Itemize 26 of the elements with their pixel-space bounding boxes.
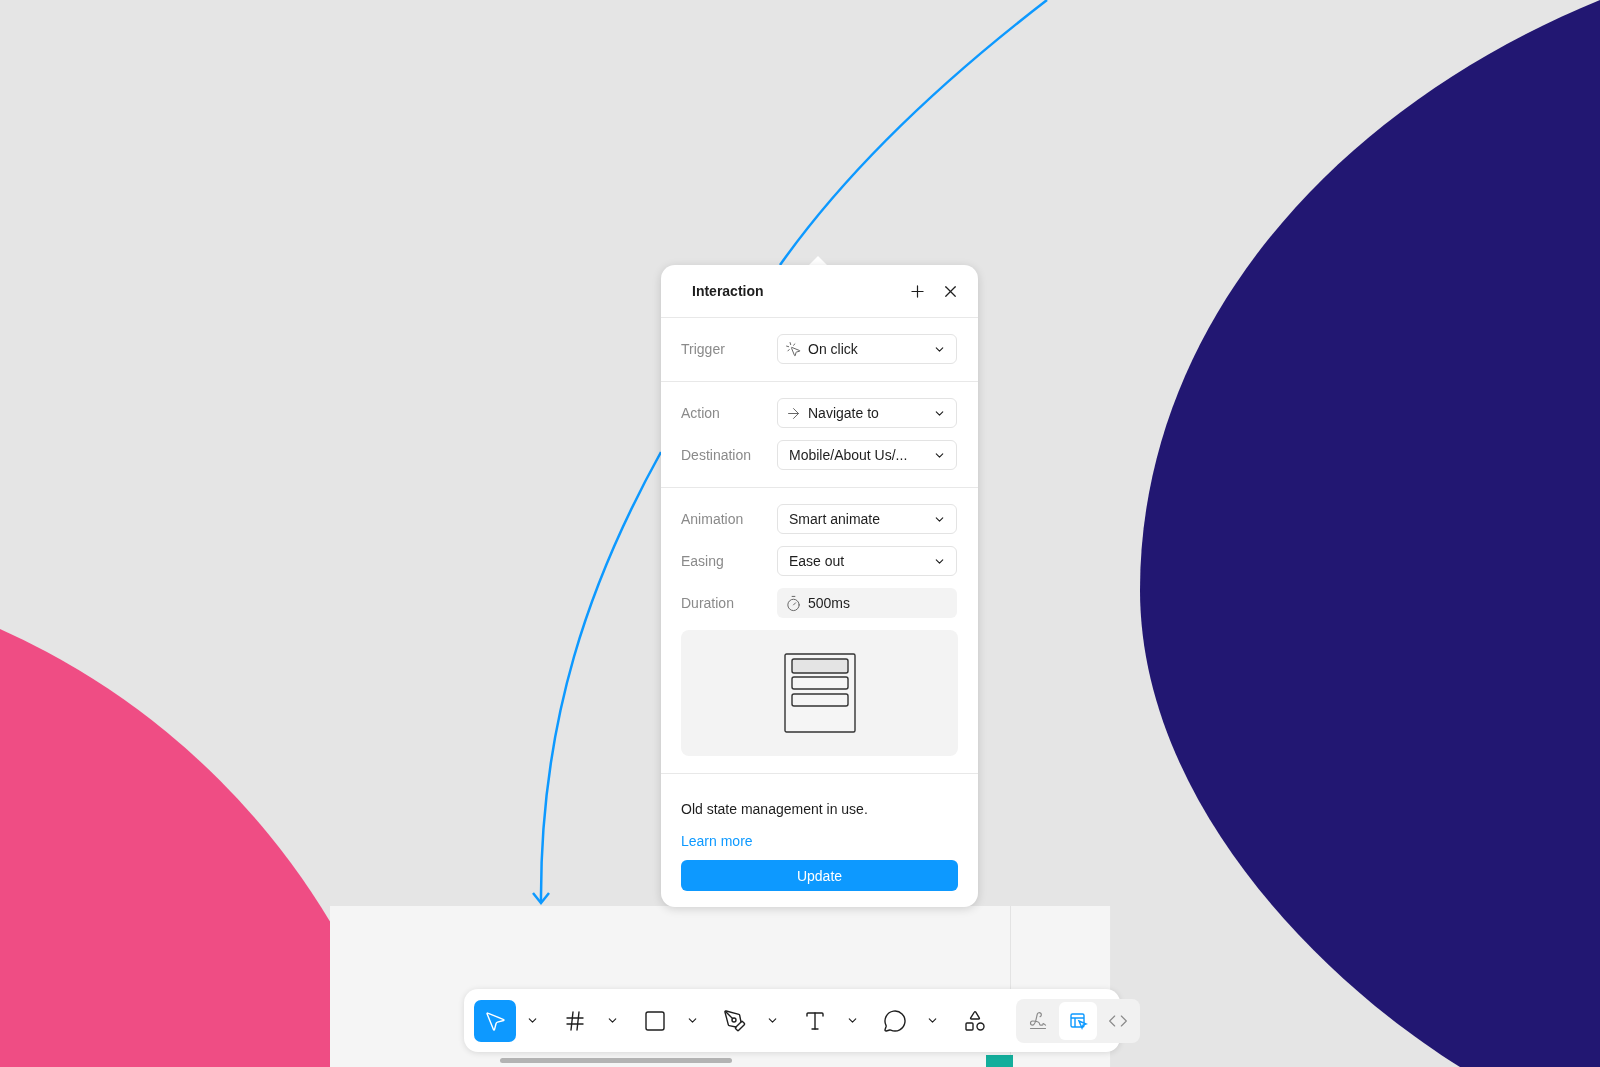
scrollbar[interactable] — [500, 1058, 732, 1063]
field-label: Duration — [681, 595, 735, 611]
mode-button[interactable] — [1059, 1001, 1097, 1040]
pen-icon — [723, 1008, 747, 1033]
scribble-icon — [1028, 1010, 1048, 1031]
field-label: Action — [681, 405, 721, 421]
field-label: Destination — [681, 447, 753, 463]
frame-icon — [563, 1008, 587, 1033]
notice-text: Old state management in use. — [681, 801, 869, 817]
shapes-icon — [963, 1008, 987, 1033]
dropdown[interactable]: On click — [777, 334, 957, 364]
dropdown[interactable]: Navigate to — [777, 398, 957, 428]
comment-icon — [883, 1008, 907, 1033]
field-label: Easing — [681, 553, 725, 569]
cursor-click-icon — [785, 340, 802, 358]
dropdown[interactable]: Mobile/About Us/... — [777, 440, 957, 470]
timer-icon — [785, 594, 802, 612]
dropdown[interactable]: Smart animate — [777, 504, 957, 534]
layout-cursor-icon — [1068, 1010, 1088, 1031]
duration-field[interactable]: 500ms — [777, 588, 957, 618]
rectangle-icon — [643, 1008, 667, 1033]
panel-title: Interaction — [692, 283, 765, 299]
field-label: Animation — [681, 511, 745, 527]
dropdown[interactable]: Ease out — [777, 546, 957, 576]
frame-marker — [986, 1055, 1013, 1067]
field-label: Trigger — [681, 341, 726, 357]
